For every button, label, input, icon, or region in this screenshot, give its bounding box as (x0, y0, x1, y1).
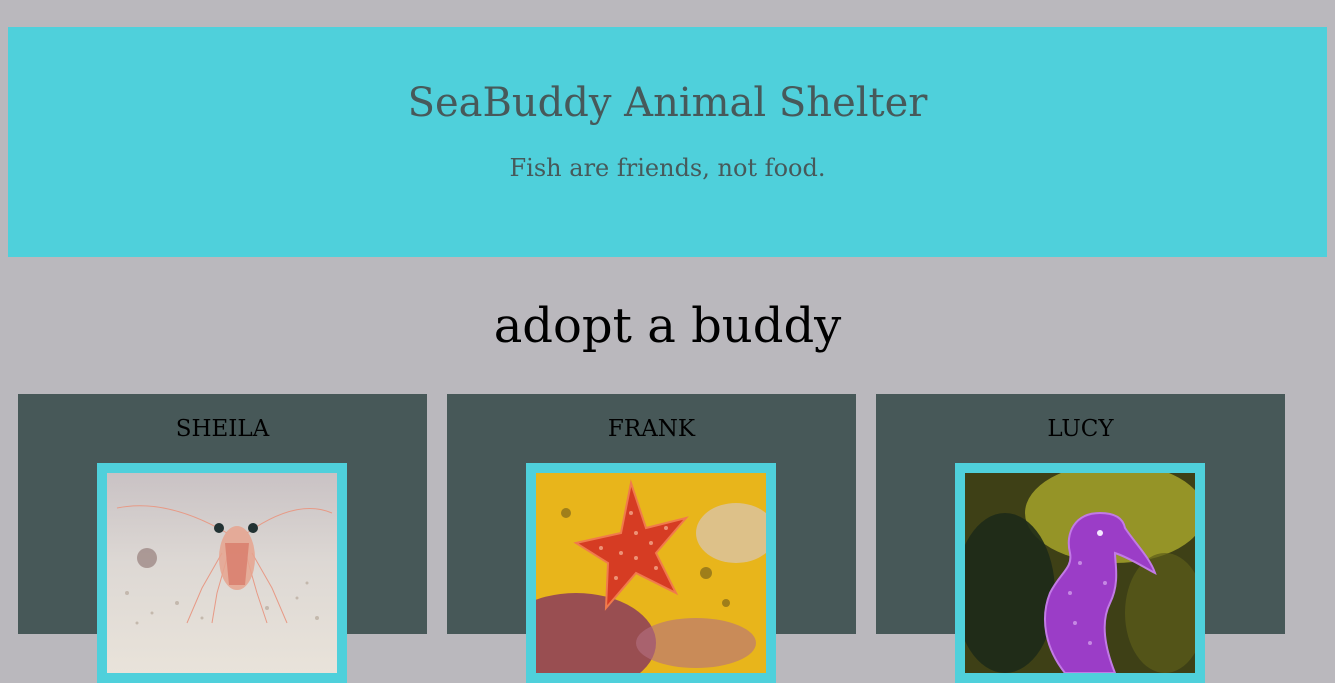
site-header: SeaBuddy Animal Shelter Fish are friends… (8, 27, 1327, 257)
buddy-card-lucy: LUCY (876, 394, 1285, 683)
seahorse-photo (965, 473, 1195, 673)
shrimp-photo (107, 473, 337, 673)
buddy-name: LUCY (1047, 416, 1114, 442)
buddy-name: FRANK (607, 416, 696, 442)
site-title: SeaBuddy Animal Shelter (407, 80, 928, 126)
buddy-photo-frame (526, 463, 776, 683)
buddy-photo-frame (97, 463, 347, 683)
section-title: adopt a buddy (493, 298, 842, 354)
buddy-card-sheila: SHEILA (18, 394, 427, 683)
site-tagline: Fish are friends, not food. (509, 154, 826, 182)
buddy-photo-frame (955, 463, 1205, 683)
buddy-card-frank: FRANK (447, 394, 856, 683)
starfish-photo (536, 473, 766, 673)
buddy-name: SHEILA (175, 416, 270, 442)
